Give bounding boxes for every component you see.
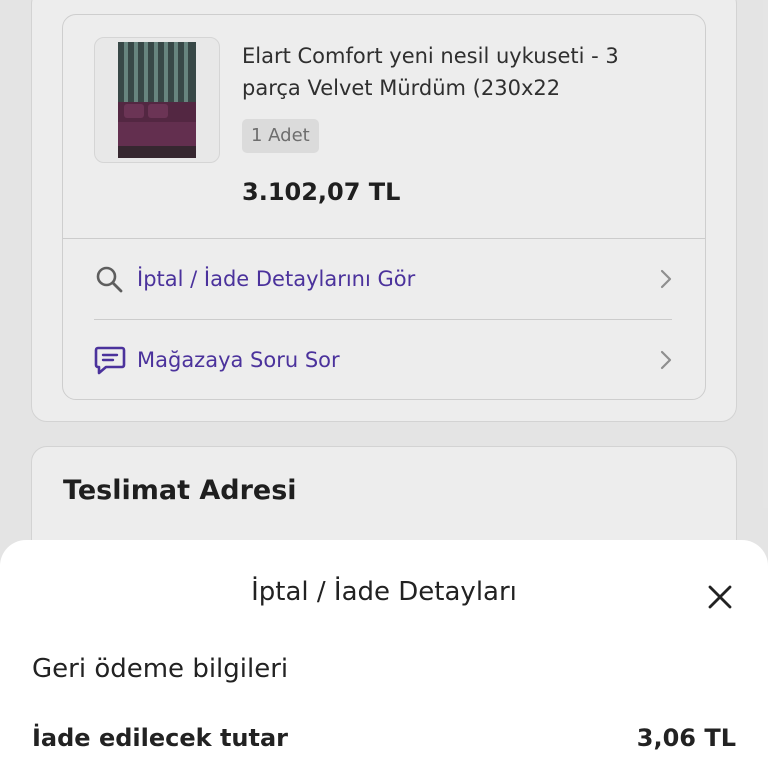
refund-amount-value: 3,06 TL bbox=[636, 724, 736, 752]
sheet-title: İptal / İade Detayları bbox=[251, 577, 517, 607]
return-details-sheet: İptal / İade Detayları Geri ödeme bilgil… bbox=[0, 540, 768, 768]
close-button[interactable] bbox=[700, 577, 740, 617]
refund-amount-label: İade edilecek tutar bbox=[32, 724, 289, 752]
close-icon bbox=[708, 585, 732, 609]
refund-info-title: Geri ödeme bilgileri bbox=[32, 654, 289, 684]
